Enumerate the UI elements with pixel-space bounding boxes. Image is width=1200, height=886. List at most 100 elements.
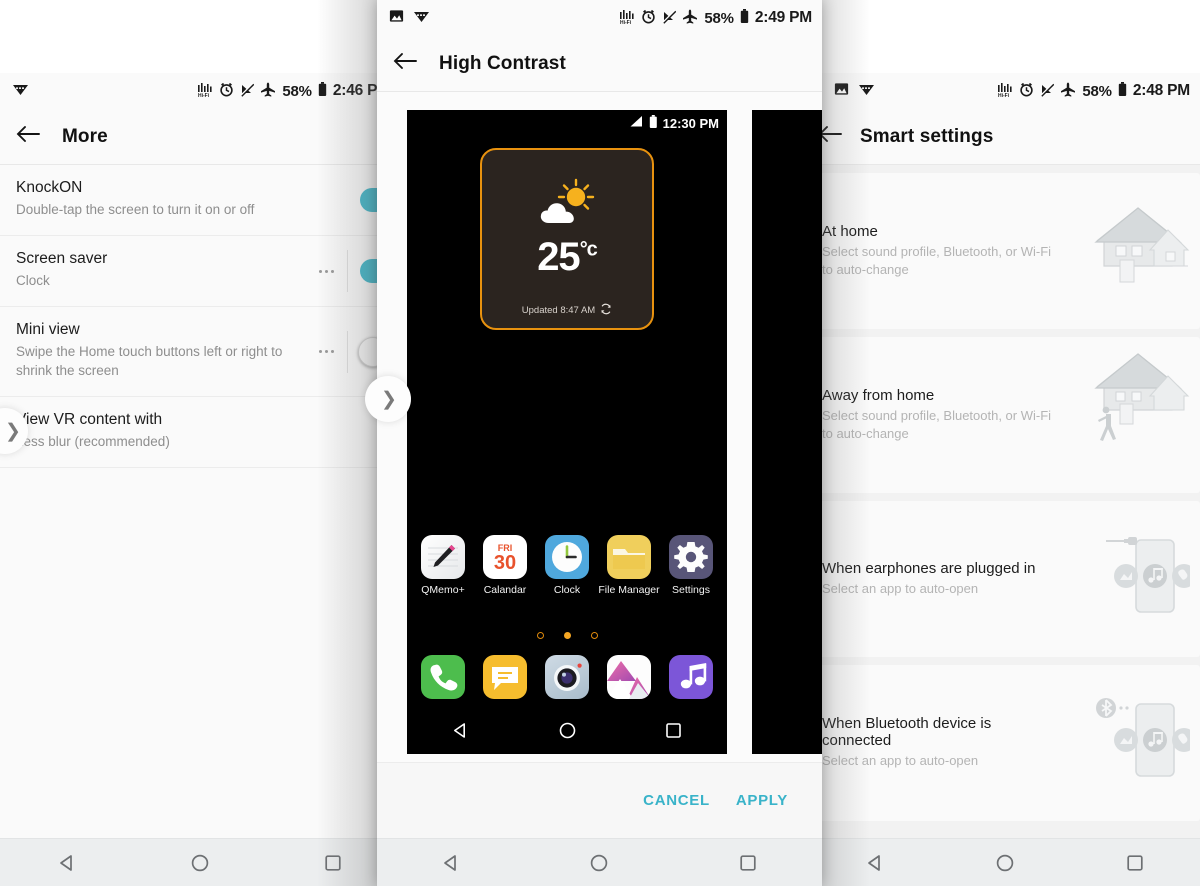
overflow-dots-icon[interactable] xyxy=(313,350,339,354)
card-subtitle: Select sound profile, Bluetooth, or Wi-F… xyxy=(822,243,1052,277)
weather-widget[interactable]: 25°c Updated 8:47 AM xyxy=(480,148,654,330)
dock-phone[interactable] xyxy=(415,655,471,699)
alarm-icon xyxy=(219,82,234,101)
list-item[interactable]: When Bluetooth device is connected Selec… xyxy=(810,665,1200,821)
table-row[interactable]: View VR content with Less blur (recommen… xyxy=(0,396,400,469)
preview-home-screen[interactable]: 12:30 PM 25°c Updated 8:47 AM QMemo+ FRI… xyxy=(407,110,727,754)
app-label: File Manager xyxy=(598,584,660,596)
battery-icon xyxy=(649,114,658,132)
left-screen-next-chevron-right-icon[interactable]: ❯ xyxy=(365,376,411,422)
nav-home-icon[interactable] xyxy=(525,853,673,873)
high-contrast-preview-area: 12:30 PM 25°c Updated 8:47 AM QMemo+ FRI… xyxy=(377,92,822,762)
signal-icon xyxy=(629,115,644,131)
right-app-bar: Smart settings xyxy=(810,109,1200,165)
dock-music[interactable] xyxy=(663,655,719,699)
card-subtitle: Select an app to auto-open xyxy=(822,753,979,769)
battery-icon xyxy=(740,8,749,28)
app-settings[interactable]: Settings xyxy=(663,535,719,596)
alarm-icon xyxy=(1019,82,1034,101)
row-subtitle: Double-tap the screen to turn it on or o… xyxy=(16,202,255,217)
status-clock: 2:48 PM xyxy=(1132,82,1190,99)
app-clock[interactable]: Clock xyxy=(539,535,595,596)
nav-home-icon[interactable] xyxy=(514,721,621,740)
card-title: At home xyxy=(822,222,878,240)
battery-percent: 58% xyxy=(282,82,312,100)
battery-icon xyxy=(318,81,327,101)
nav-back-icon[interactable] xyxy=(810,853,940,873)
row-subtitle: Less blur (recommended) xyxy=(16,433,170,449)
preview-next-page[interactable] xyxy=(752,110,822,754)
card-title: When Bluetooth device is connected xyxy=(822,715,992,750)
table-row[interactable]: Mini view Swipe the Home touch buttons l… xyxy=(0,307,400,397)
dock-gallery[interactable] xyxy=(601,655,657,699)
right-nav-bar xyxy=(810,838,1200,886)
list-item[interactable]: At home Select sound profile, Bluetooth,… xyxy=(810,173,1200,329)
app-file-manager[interactable]: File Manager xyxy=(598,535,660,596)
wifi-icon xyxy=(12,82,29,101)
table-row[interactable]: Screen saver Clock xyxy=(0,236,400,308)
phone-with-earphone-jack-icon xyxy=(1080,524,1196,634)
center-phone-screen-high-contrast: Hi-Fi 58% 2:49 PM High Contrast 12:30 PM… xyxy=(377,0,822,886)
house-icon xyxy=(1080,196,1190,306)
preview-clock: 12:30 PM xyxy=(662,115,719,131)
cancel-button[interactable]: CANCEL xyxy=(643,792,710,809)
arrow-left-icon[interactable] xyxy=(393,52,417,75)
airplane-mode-icon xyxy=(260,82,276,101)
left-status-bar: Hi-Fi 58% 2:46 PM xyxy=(0,73,400,109)
svg-text:Hi-Fi: Hi-Fi xyxy=(998,93,1010,97)
refresh-icon[interactable] xyxy=(600,303,612,318)
left-app-bar: More xyxy=(0,109,400,165)
screenshot-root: Hi-Fi 58% 2:46 PM More KnockON Double-ta… xyxy=(0,0,1200,886)
right-phone-screen-smart-settings: Hi-Fi 58% 2:48 PM Smart settings At home… xyxy=(810,73,1200,886)
app-label: QMemo+ xyxy=(421,584,465,596)
left-nav-bar xyxy=(0,838,400,886)
page-indicator-dots xyxy=(407,632,727,639)
arrow-left-icon[interactable] xyxy=(16,125,40,148)
alarm-icon xyxy=(641,9,656,28)
page-title: More xyxy=(62,125,108,147)
house-with-person-walking-icon xyxy=(1080,348,1190,458)
card-subtitle: Select an app to auto-open xyxy=(822,580,979,596)
card-subtitle: Select sound profile, Bluetooth, or Wi-F… xyxy=(822,407,1052,441)
nav-home-icon[interactable] xyxy=(133,853,266,873)
sound-off-icon xyxy=(240,82,255,101)
hifi-icon: Hi-Fi xyxy=(619,9,635,28)
page-dot[interactable] xyxy=(590,632,598,639)
list-item[interactable]: When earphones are plugged in Select an … xyxy=(810,501,1200,657)
nav-recents-icon[interactable] xyxy=(620,721,727,740)
overflow-dots-icon[interactable] xyxy=(313,269,339,273)
nav-back-icon[interactable] xyxy=(0,853,133,873)
app-qmemo[interactable]: QMemo+ xyxy=(415,535,471,596)
hifi-icon: Hi-Fi xyxy=(997,82,1013,101)
nav-recents-icon[interactable] xyxy=(1070,853,1200,873)
row-subtitle: Swipe the Home touch buttons left or rig… xyxy=(16,344,283,378)
home-app-row: QMemo+ FRI 30 Calandar Clock File Manage… xyxy=(407,535,727,596)
app-label: Clock xyxy=(553,584,581,596)
dock-camera[interactable] xyxy=(539,655,595,699)
hifi-icon: Hi-Fi xyxy=(197,82,213,101)
card-title: When earphones are plugged in xyxy=(822,559,1036,577)
dock-messages[interactable] xyxy=(477,655,533,699)
nav-recents-icon[interactable] xyxy=(674,853,822,873)
music-icon xyxy=(669,655,713,699)
table-row[interactable]: KnockON Double-tap the screen to turn it… xyxy=(0,165,400,237)
phone-icon xyxy=(421,655,465,699)
svg-text:Hi-Fi: Hi-Fi xyxy=(198,93,210,97)
gallery-icon xyxy=(607,655,651,699)
home-dock-row xyxy=(407,655,727,699)
nav-home-icon[interactable] xyxy=(940,853,1070,873)
apply-button[interactable]: APPLY xyxy=(736,792,788,809)
page-dot[interactable] xyxy=(536,632,544,639)
list-item[interactable]: Away from home Select sound profile, Blu… xyxy=(810,337,1200,493)
camera-icon xyxy=(545,655,589,699)
left-phone-screen-more: Hi-Fi 58% 2:46 PM More KnockON Double-ta… xyxy=(0,73,400,886)
nav-back-icon[interactable] xyxy=(377,853,525,873)
preview-status-bar: 12:30 PM xyxy=(407,110,727,136)
app-calendar[interactable]: FRI 30 Calandar xyxy=(477,535,533,596)
nav-back-icon[interactable] xyxy=(407,721,514,740)
airplane-mode-icon xyxy=(1060,82,1076,101)
page-dot-active[interactable] xyxy=(563,632,571,639)
folder-icon xyxy=(607,535,651,579)
battery-percent: 58% xyxy=(704,9,734,27)
divider xyxy=(347,250,348,293)
